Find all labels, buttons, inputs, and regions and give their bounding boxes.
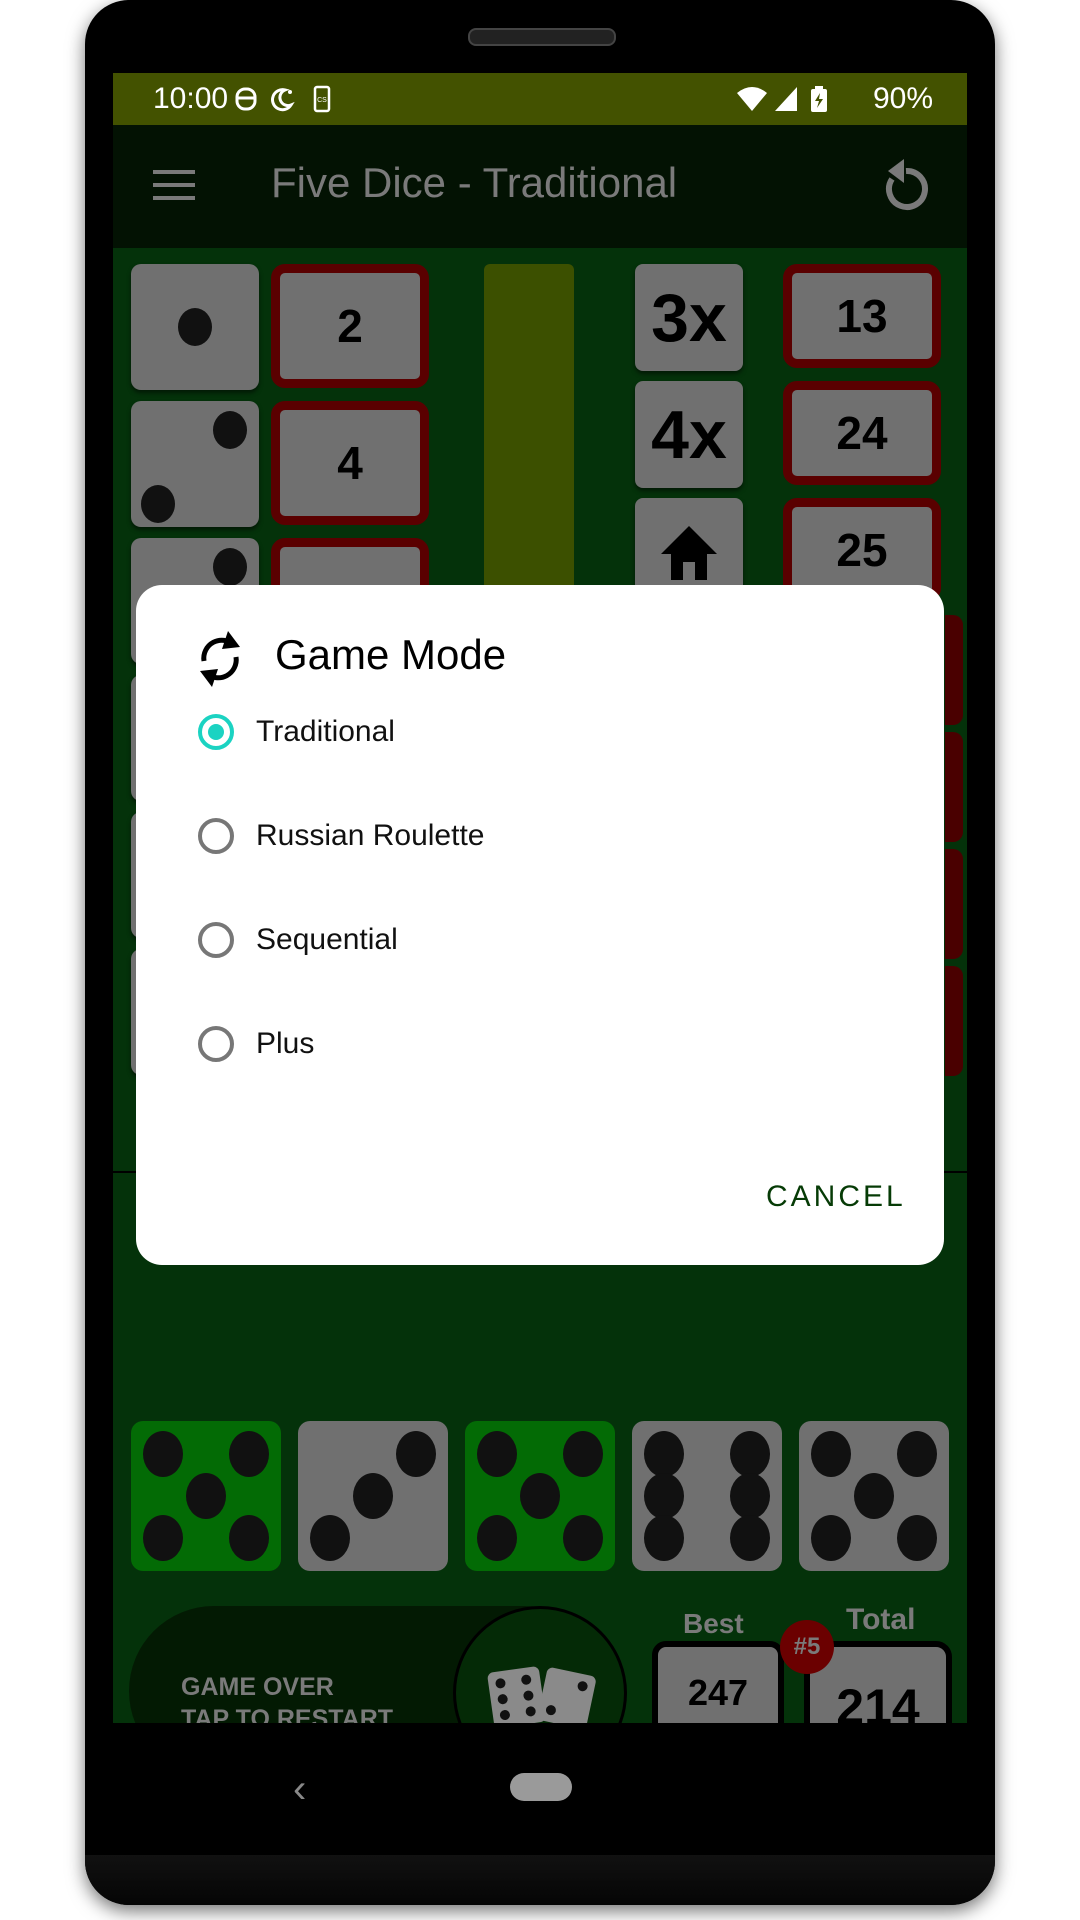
home-button[interactable] bbox=[510, 1773, 572, 1801]
option-label: Sequential bbox=[256, 923, 398, 956]
back-icon[interactable]: ‹ bbox=[293, 1767, 306, 1812]
option-plus[interactable]: Plus bbox=[198, 1019, 798, 1079]
game-mode-dialog: Game Mode Traditional Russian Roulette S… bbox=[136, 585, 944, 1265]
nav-bar: ‹ bbox=[113, 1723, 967, 1853]
speaker-grille bbox=[468, 28, 616, 46]
option-russian-roulette[interactable]: Russian Roulette bbox=[198, 811, 798, 871]
radio-traditional[interactable] bbox=[198, 714, 234, 750]
device-chin bbox=[85, 1855, 995, 1905]
screen: 10:00 CS 90% Five Dice - Traditional 2 4 bbox=[113, 73, 967, 1723]
radio-sequential[interactable] bbox=[198, 922, 234, 958]
option-label: Plus bbox=[256, 1027, 315, 1060]
option-sequential[interactable]: Sequential bbox=[198, 915, 798, 975]
option-label: Russian Roulette bbox=[256, 819, 485, 852]
cancel-button[interactable]: CANCEL bbox=[766, 1180, 906, 1214]
dialog-title: Game Mode bbox=[275, 631, 507, 678]
radio-russian-roulette[interactable] bbox=[198, 818, 234, 854]
sync-icon bbox=[200, 631, 240, 687]
option-label: Traditional bbox=[256, 715, 395, 748]
radio-plus[interactable] bbox=[198, 1026, 234, 1062]
option-traditional[interactable]: Traditional bbox=[198, 707, 798, 767]
